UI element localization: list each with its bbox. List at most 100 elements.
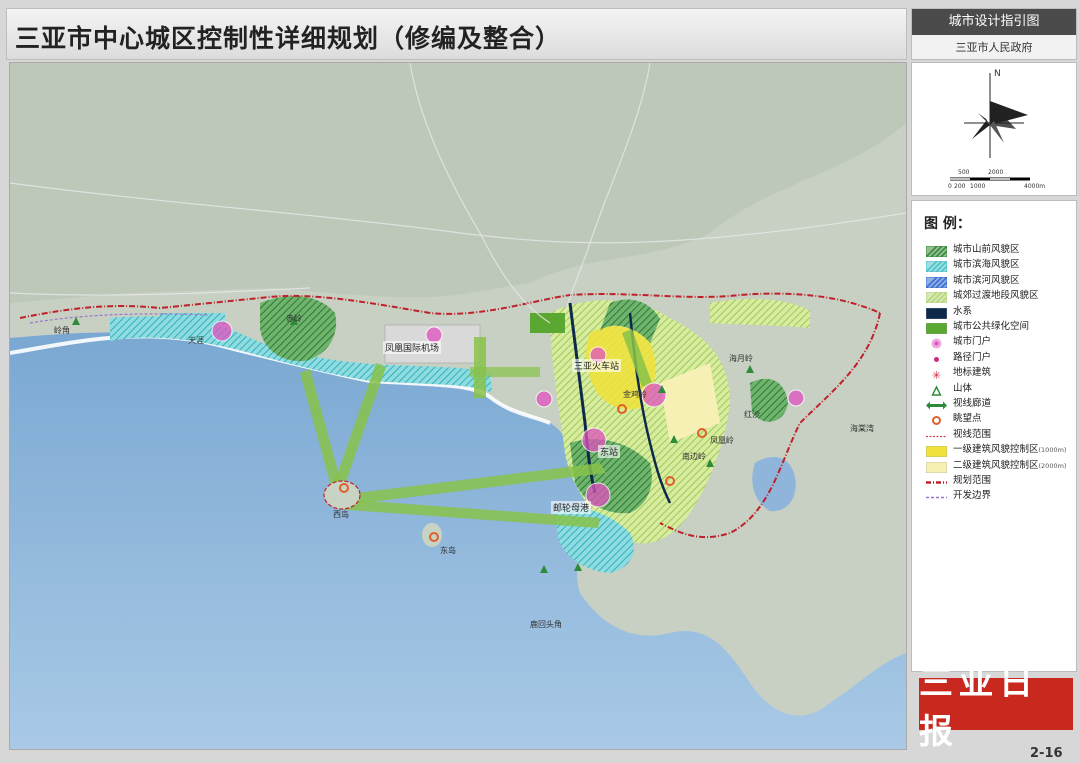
scale-label-1000: 1000 bbox=[970, 183, 986, 190]
label-island-east: 东岛 bbox=[440, 546, 456, 555]
legend-label: 城市滨河风貌区 bbox=[953, 272, 1020, 286]
legend-swatch bbox=[926, 334, 947, 349]
legend-swatch bbox=[925, 319, 948, 335]
legend-swatch bbox=[926, 381, 947, 396]
legend-item: 水系 bbox=[925, 303, 1074, 319]
svg-text:✳: ✳ bbox=[932, 369, 941, 380]
legend-item: 规划范围 bbox=[926, 472, 1074, 486]
legend-item: ✳ 地标建筑 bbox=[926, 364, 1074, 382]
north-label: N bbox=[994, 69, 1001, 79]
legend-label: 山体 bbox=[953, 380, 972, 394]
legend-label: 二级建筑风貌控制区(2000m) bbox=[953, 457, 1066, 471]
logo-text: 三亚日报 bbox=[919, 663, 1039, 752]
legend-label-text: 山体 bbox=[953, 382, 973, 394]
legend-label-text: 二级建筑风貌控制区 bbox=[953, 459, 1039, 471]
page-number: 2-16 bbox=[1030, 746, 1063, 761]
legend-label-text: 城市公共绿化空间 bbox=[953, 321, 1030, 332]
legend-swatch: ✳ bbox=[926, 365, 947, 382]
legend-item: 视线范围 bbox=[926, 426, 1074, 440]
legend-label-note: (2000m) bbox=[1038, 461, 1067, 470]
legend-title: 图 例： bbox=[924, 216, 971, 232]
legend-label-note: (1000m) bbox=[1038, 446, 1067, 455]
legend-label-text: 地标建筑 bbox=[953, 367, 992, 379]
compass-panel: N 500 2000 0 200 1000 4000m bbox=[911, 62, 1077, 196]
legend-label: 路径门户 bbox=[953, 349, 991, 363]
newspaper-logo: 三亚日报 bbox=[919, 663, 1073, 752]
label-island-west: 西岛 bbox=[333, 510, 349, 519]
map-canvas[interactable]: 凤凰国际机场 三亚火车站 东站 邮轮母港 西岛 东岛 金鸡岭 海月岭 南边岭 鹿… bbox=[9, 62, 907, 750]
title-bar: 三亚市中心城区控制性详细规划（修编及整合） bbox=[6, 8, 907, 60]
legend-panel: 图 例： 城市山前风貌区 城市滨海风貌区 城市滨河风貌区城郊过渡地段风貌区 水系城市公… bbox=[911, 200, 1077, 672]
scale-label-500: 500 bbox=[958, 169, 970, 176]
legend-item: 城市山前风貌区 bbox=[925, 241, 1074, 258]
label-haitang: 海棠湾 bbox=[850, 424, 874, 433]
legend-label-text: 城市滨海风貌区 bbox=[953, 259, 1020, 271]
legend-label: 视线廊道 bbox=[953, 395, 991, 409]
legend-label-text: 眺望点 bbox=[953, 413, 982, 425]
legend-swatch bbox=[925, 442, 948, 458]
legend-swatch bbox=[926, 350, 947, 362]
legend-swatch bbox=[925, 242, 963, 258]
sheet-name: 城市设计指引图 bbox=[912, 9, 1076, 35]
legend-item: 城市滨海风貌区 bbox=[925, 256, 1074, 273]
legend-label-text: 视线范围 bbox=[953, 428, 992, 440]
label-railway-station: 三亚火车站 bbox=[572, 359, 622, 372]
legend-item: 二级建筑风貌控制区(2000m) bbox=[925, 457, 1074, 473]
legend-label-text: 城市门户 bbox=[953, 336, 992, 348]
label-hongsha: 红沙 bbox=[744, 410, 760, 419]
legend-item: 开发边界 bbox=[926, 487, 1074, 501]
legend-label-text: 一级建筑风貌控制区 bbox=[953, 444, 1039, 456]
legend-swatch bbox=[926, 488, 947, 499]
legend-swatch bbox=[925, 304, 948, 319]
legend-label: 城郊过渡地段风貌区 bbox=[953, 287, 1039, 301]
label-lingjiao: 岭角 bbox=[54, 326, 70, 335]
legend-label-text: 城市滨河风貌区 bbox=[953, 274, 1020, 286]
legend-label: 开发边界 bbox=[953, 487, 991, 501]
legend-label: 城市滨海风貌区 bbox=[953, 256, 1020, 270]
label-gate-east: 东站 bbox=[598, 445, 621, 458]
legend-label-text: 城郊过渡地段风貌区 bbox=[953, 290, 1039, 302]
map-title: 三亚市中心城区控制性详细规划（修编及整合） bbox=[15, 24, 562, 53]
legend-item: 城市公共绿化空间 bbox=[925, 318, 1074, 335]
label-tianya: 天涯 bbox=[188, 336, 204, 345]
legend-label-text: 开发边界 bbox=[953, 490, 992, 502]
legend-label: 规划范围 bbox=[953, 472, 991, 486]
scale-label-200: 200 bbox=[954, 183, 966, 190]
legend-item: 城市门户 bbox=[926, 333, 1074, 349]
legend-item: 视线廊道 bbox=[926, 395, 1074, 410]
label-cruise-port: 邮轮母港 bbox=[551, 501, 592, 514]
legend-label-text: 视线廊道 bbox=[953, 398, 992, 409]
legend-swatch bbox=[926, 411, 947, 426]
label-haiyue: 海月岭 bbox=[729, 354, 753, 363]
legend-swatch bbox=[926, 427, 947, 438]
scale-label-4000m: 4000m bbox=[1024, 183, 1046, 190]
legend-label: 地标建筑 bbox=[953, 364, 991, 378]
legend-label-text: 路径门户 bbox=[953, 351, 992, 363]
legend-label: 视线范围 bbox=[953, 426, 991, 440]
legend-swatch bbox=[925, 273, 963, 289]
legend-item: 城市滨河风貌区 bbox=[925, 272, 1074, 289]
legend-label: 城市门户 bbox=[953, 333, 991, 347]
legend-label: 眺望点 bbox=[953, 410, 982, 424]
issuer-name: 三亚市人民政府 bbox=[955, 41, 1033, 54]
legend-swatch bbox=[926, 396, 947, 410]
legend-swatch bbox=[925, 288, 963, 304]
label-luhuitou: 鹿回头角 bbox=[530, 620, 562, 629]
legend-label: 城市山前风貌区 bbox=[953, 241, 1020, 255]
legend-item: 山体 bbox=[926, 380, 1074, 396]
sheet-frame: 三亚市中心城区控制性详细规划（修编及整合） 城市设计指引图 三亚市人民政府 凤凰… bbox=[0, 0, 1080, 763]
legend-label-text: 水系 bbox=[953, 305, 973, 317]
legend-label: 城市公共绿化空间 bbox=[953, 318, 1029, 332]
legend-item: 城郊过渡地段风貌区 bbox=[925, 287, 1074, 304]
label-chiban: 赤岭 bbox=[286, 314, 302, 323]
legend-item: 一级建筑风貌控制区(1000m) bbox=[925, 441, 1074, 458]
label-fenghuang: 凤凰岭 bbox=[710, 436, 734, 445]
sheet-info: 城市设计指引图 三亚市人民政府 bbox=[911, 8, 1077, 60]
label-jinji: 金鸡岭 bbox=[623, 390, 647, 399]
legend-item: 眺望点 bbox=[926, 410, 1074, 426]
legend-label-text: 规划范围 bbox=[953, 475, 992, 486]
scale-label-2000: 2000 bbox=[988, 169, 1004, 176]
scale-label-0: 0 bbox=[948, 183, 952, 190]
legend-swatch bbox=[926, 473, 947, 484]
label-airport: 凤凰国际机场 bbox=[383, 341, 442, 354]
